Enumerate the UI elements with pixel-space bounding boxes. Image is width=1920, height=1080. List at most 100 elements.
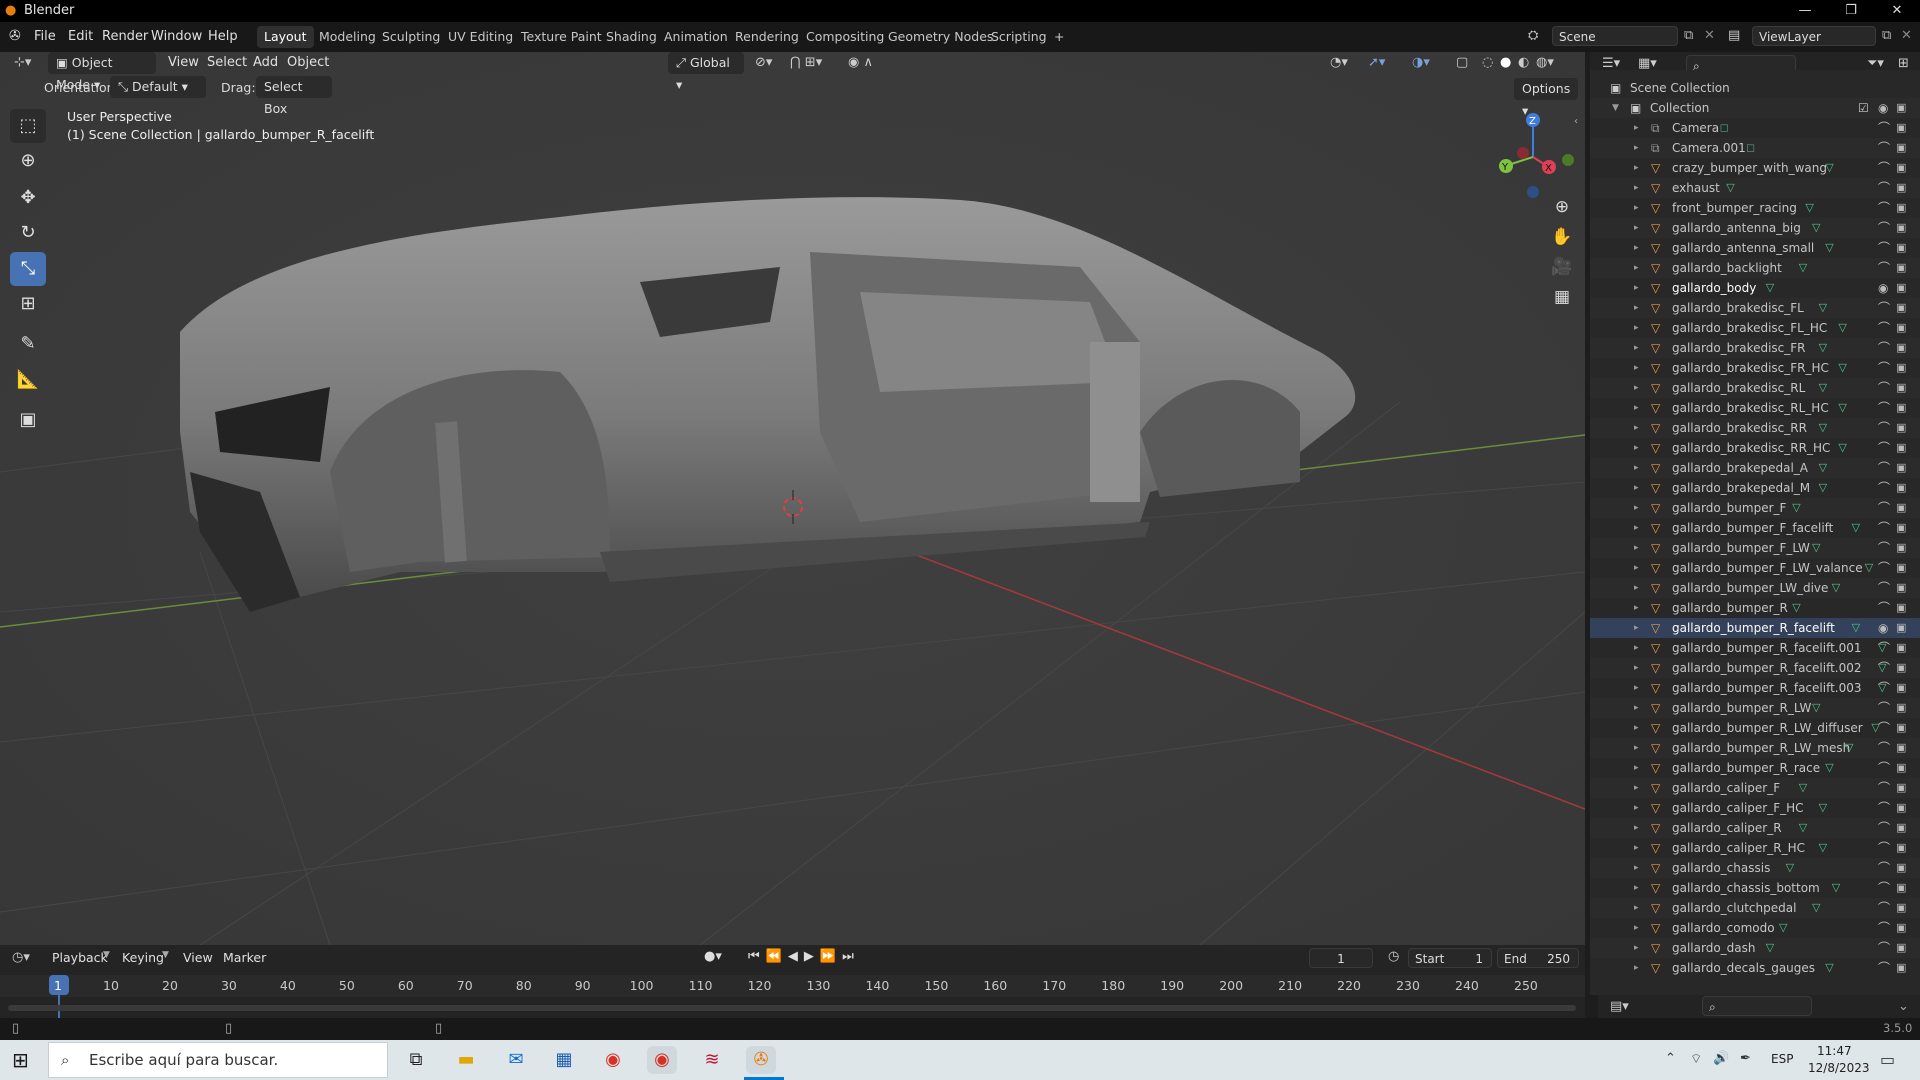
visibility-eye-icon[interactable]: ⌒: [1878, 358, 1890, 378]
visibility-eye-icon[interactable]: ◉: [1878, 618, 1888, 638]
transform-orientation-dropdown[interactable]: ⤢ Global ▾: [668, 52, 744, 92]
proportional-editing-icon[interactable]: ◉ ∧: [848, 55, 873, 70]
camera-view-icon[interactable]: 🎥: [1547, 252, 1577, 282]
expand-icon[interactable]: ▸: [1634, 518, 1639, 538]
mesh-data-icon[interactable]: ▽: [1799, 778, 1807, 798]
notifications-icon[interactable]: ▭: [1880, 1050, 1895, 1069]
render-camera-icon[interactable]: ▣: [1896, 478, 1906, 498]
store-icon[interactable]: ▦: [549, 1046, 579, 1074]
expand-icon[interactable]: ▸: [1634, 498, 1639, 518]
camera-data-icon[interactable]: ◻: [1746, 138, 1755, 158]
timeline-editor-icon[interactable]: ◷▾: [12, 950, 30, 965]
network-icon[interactable]: ⌔: [1690, 1051, 1702, 1067]
expand-icon[interactable]: ▸: [1634, 818, 1639, 838]
visibility-eye-icon[interactable]: ⌒: [1878, 678, 1890, 698]
annotate-tool[interactable]: ✎: [10, 327, 46, 361]
outliner-item[interactable]: ▸ ▽ gallardo_bumper_R ▽ ⌒ ▣: [1590, 598, 1920, 618]
new-collection-icon[interactable]: ⊞: [1898, 56, 1909, 71]
properties-search-input[interactable]: ⌕: [1702, 996, 1812, 1016]
expand-icon[interactable]: ▸: [1634, 158, 1639, 178]
viewport-menu-select[interactable]: Select: [207, 55, 247, 70]
viewport-menu-add[interactable]: Add: [253, 55, 278, 70]
xray-icon[interactable]: ▢: [1456, 55, 1468, 70]
mesh-data-icon[interactable]: ▽: [1832, 878, 1840, 898]
menu-render[interactable]: Render: [102, 29, 148, 44]
expand-icon[interactable]: ▸: [1634, 778, 1639, 798]
expand-icon[interactable]: ▸: [1634, 878, 1639, 898]
filter-icon[interactable]: ⏷▾: [1867, 56, 1884, 71]
mesh-data-icon[interactable]: ▽: [1838, 318, 1846, 338]
record-keyframe-icon[interactable]: ●▾: [704, 949, 722, 964]
options-dropdown[interactable]: Options ▾: [1514, 78, 1578, 118]
new-view-layer-icon[interactable]: ⧉: [1882, 28, 1891, 43]
outliner-item[interactable]: ▸ ▽ gallardo_decals_gauges ▽ ⌒ ▣: [1590, 958, 1920, 978]
timeline-menu-view[interactable]: View: [183, 950, 213, 965]
expand-icon[interactable]: ▸: [1634, 638, 1639, 658]
view-layer-icon[interactable]: ▤: [1728, 28, 1740, 43]
render-camera-icon[interactable]: ▣: [1896, 398, 1906, 418]
delete-scene-icon[interactable]: ✕: [1704, 28, 1715, 43]
snap-icon[interactable]: ⋂ ⊞▾: [790, 55, 822, 70]
blender-menu-icon[interactable]: ✇: [9, 28, 21, 44]
expand-icon[interactable]: ▸: [1634, 898, 1639, 918]
tab-sculpting[interactable]: Sculpting: [375, 26, 447, 48]
visibility-eye-icon[interactable]: ⌒: [1878, 558, 1890, 578]
mesh-data-icon[interactable]: ▽: [1825, 758, 1833, 778]
select-box-tool[interactable]: ⬚: [10, 109, 46, 143]
outliner-editor-icon[interactable]: ☰▾: [1602, 56, 1620, 71]
properties-editor-icon[interactable]: ▤▾: [1610, 999, 1629, 1014]
mesh-data-icon[interactable]: ▽: [1852, 518, 1860, 538]
mesh-data-icon[interactable]: ▽: [1792, 598, 1800, 618]
visibility-eye-icon[interactable]: ⌒: [1878, 938, 1890, 958]
volume-icon[interactable]: 🔊: [1713, 1051, 1729, 1066]
mesh-data-icon[interactable]: ▽: [1812, 538, 1820, 558]
mesh-data-icon[interactable]: ▽: [1799, 818, 1807, 838]
render-camera-icon[interactable]: ▣: [1896, 698, 1906, 718]
render-camera-icon[interactable]: ▣: [1896, 958, 1906, 978]
visibility-eye-icon[interactable]: ⌒: [1878, 398, 1890, 418]
outliner-item[interactable]: ▸ ▽ gallardo_antenna_big ▽ ⌒ ▣: [1590, 218, 1920, 238]
outliner-item[interactable]: ▸ ▽ gallardo_bumper_R_LW_mesh ▽ ⌒ ▣: [1590, 738, 1920, 758]
expand-icon[interactable]: ▸: [1634, 938, 1639, 958]
render-camera-icon[interactable]: ▣: [1896, 858, 1906, 878]
mesh-data-icon[interactable]: ▽: [1819, 338, 1827, 358]
move-tool[interactable]: ✥: [10, 181, 46, 215]
outliner-item[interactable]: ▸ ▽ gallardo_bumper_R_LW_diffuser ▽ ⌒ ▣: [1590, 718, 1920, 738]
playback-controls[interactable]: ⏮⏪◀▶⏩⏭: [748, 949, 860, 964]
visibility-eye-icon[interactable]: ⌒: [1878, 458, 1890, 478]
visibility-eye-icon[interactable]: ⌒: [1878, 418, 1890, 438]
outliner-item[interactable]: ▸ ▽ exhaust ▽ ⌒ ▣: [1590, 178, 1920, 198]
tab-modeling[interactable]: Modeling: [312, 26, 383, 48]
mesh-data-icon[interactable]: ▽: [1825, 238, 1833, 258]
solid-shading-icon[interactable]: ●: [1500, 55, 1511, 70]
rendered-shading-icon[interactable]: ◍▾: [1536, 55, 1554, 70]
mesh-data-icon[interactable]: ▽: [1812, 698, 1820, 718]
visibility-eye-icon[interactable]: ⌒: [1878, 738, 1890, 758]
outliner-item[interactable]: ▸ ▽ gallardo_brakepedal_M ▽ ⌒ ▣: [1590, 478, 1920, 498]
minimize-button[interactable]: —: [1782, 0, 1828, 22]
render-camera-icon[interactable]: ▣: [1896, 918, 1906, 938]
preview-range-icon[interactable]: ◷: [1388, 949, 1399, 964]
expand-icon[interactable]: ▼: [1612, 98, 1619, 118]
render-camera-icon[interactable]: ▣: [1896, 438, 1906, 458]
render-camera-icon[interactable]: ▣: [1896, 158, 1906, 178]
outliner-item[interactable]: ▸ ▽ gallardo_brakedisc_RR_HC ▽ ⌒ ▣: [1590, 438, 1920, 458]
expand-icon[interactable]: ▸: [1634, 558, 1639, 578]
sidebar-toggle-icon[interactable]: ‹: [1574, 116, 1578, 127]
task-view-icon[interactable]: ⧉: [401, 1046, 431, 1074]
expand-icon[interactable]: ▸: [1634, 958, 1639, 978]
visibility-eye-icon[interactable]: ⌒: [1878, 638, 1890, 658]
render-camera-icon[interactable]: ▣: [1896, 818, 1906, 838]
render-camera-icon[interactable]: ▣: [1896, 518, 1906, 538]
expand-icon[interactable]: ▸: [1634, 138, 1639, 158]
timeline-menu-keying[interactable]: Keying: [122, 950, 164, 965]
visibility-eye-icon[interactable]: ⌒: [1878, 138, 1890, 158]
tab-texture-paint[interactable]: Texture Paint: [514, 26, 609, 48]
mode-dropdown[interactable]: ▣ Object Mode ▾: [48, 52, 156, 92]
taskbar-search-input[interactable]: ⌕ Escribe aquí para buscar.: [48, 1042, 388, 1078]
outliner-item[interactable]: ▸ ▽ gallardo_clutchpedal ▽ ⌒ ▣: [1590, 898, 1920, 918]
outliner-item[interactable]: ▸ ▽ gallardo_bumper_R_facelift.002 ▽ ⌒ ▣: [1590, 658, 1920, 678]
drag-dropdown[interactable]: Select Box: [256, 76, 332, 116]
visibility-eye-icon[interactable]: ⌒: [1878, 958, 1890, 978]
mesh-data-icon[interactable]: ▽: [1845, 738, 1853, 758]
